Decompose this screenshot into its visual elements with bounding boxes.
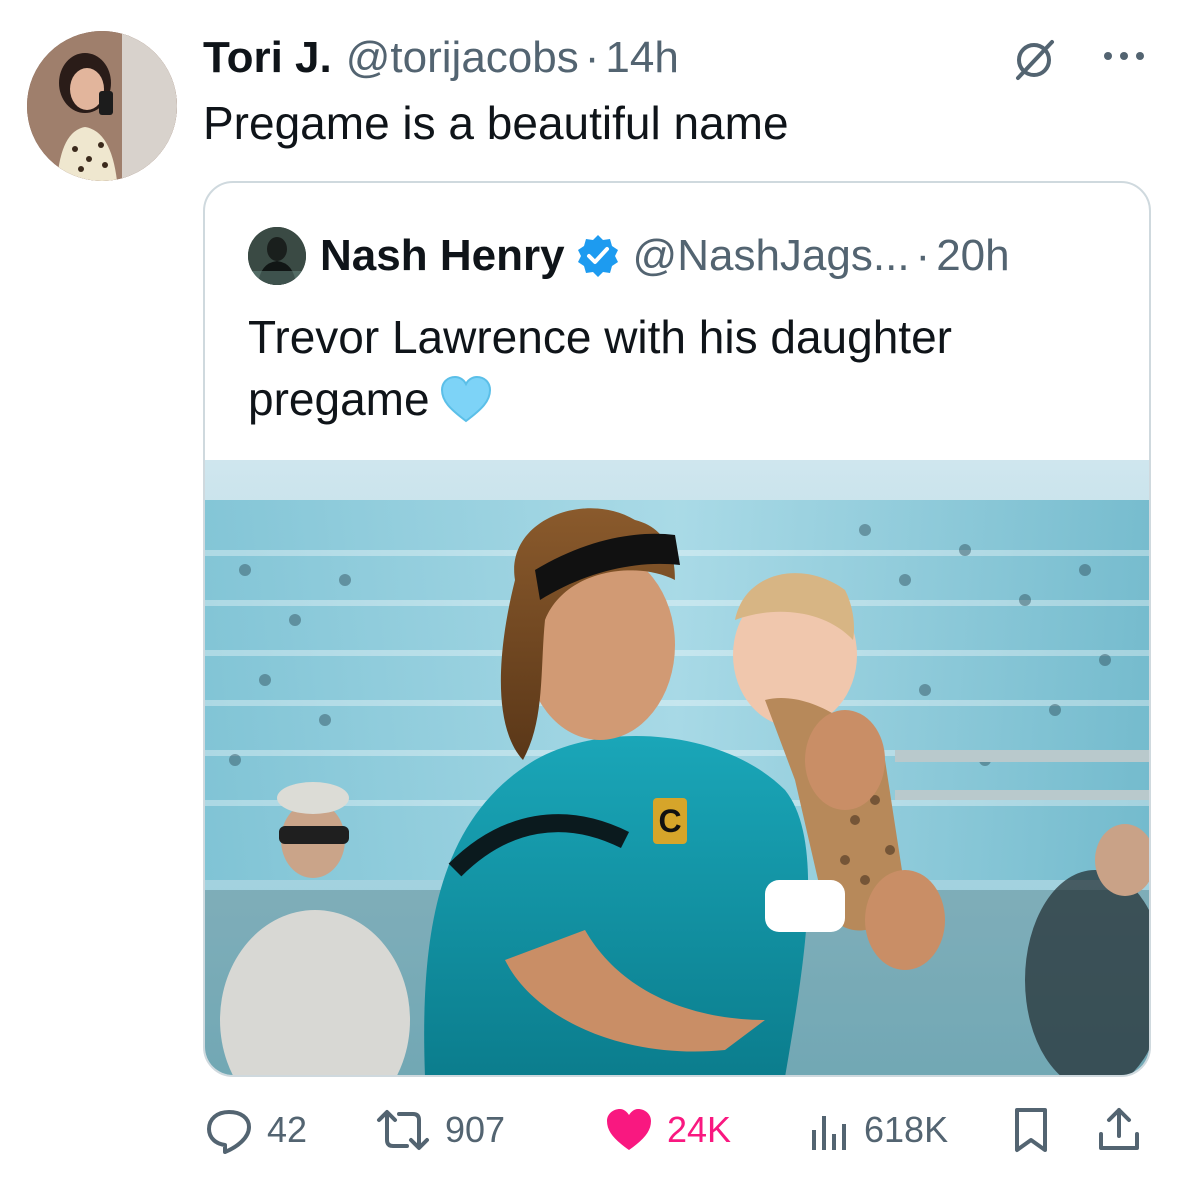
reply-button[interactable]: 42 <box>203 1100 307 1160</box>
author-avatar[interactable] <box>27 31 177 181</box>
share-button[interactable] <box>1095 1100 1143 1160</box>
analytics-icon <box>812 1116 846 1150</box>
separator-dot: · <box>584 33 600 82</box>
quoted-text: Trevor Lawrence with his daughter pregam… <box>248 311 952 425</box>
reply-icon <box>207 1110 251 1154</box>
quoted-tweet-card[interactable]: Nash Henry @NashJags... · 20h Trevor Law… <box>203 181 1151 1077</box>
retweet-button[interactable]: 907 <box>373 1100 505 1160</box>
grok-icon[interactable] <box>1012 36 1058 82</box>
quoted-photo[interactable]: C <box>205 460 1149 1075</box>
author-name[interactable]: Tori J. <box>203 33 332 83</box>
quoted-text-block: Trevor Lawrence with his daughter pregam… <box>248 306 1108 430</box>
heart-icon <box>607 1109 651 1150</box>
quoted-header: Nash Henry @NashJags... · 20h <box>248 227 1010 285</box>
share-icon <box>1099 1108 1139 1150</box>
tweet-header: Tori J. @torijacobs · 14h <box>203 28 679 88</box>
quoted-author-avatar[interactable] <box>248 227 306 285</box>
bookmark-button[interactable] <box>1009 1100 1053 1160</box>
tweet-text: Pregame is a beautiful name <box>203 97 789 149</box>
like-count: 24K <box>667 1109 732 1150</box>
tweet-action-bar: 42 907 24K 618K <box>203 1100 1153 1160</box>
retweet-count: 907 <box>445 1109 506 1150</box>
light-blue-heart-icon <box>440 375 491 423</box>
more-options-icon[interactable] <box>1100 44 1148 68</box>
svg-text:C: C <box>658 803 681 839</box>
tweet-time[interactable]: 14h <box>605 33 678 83</box>
quoted-author-name[interactable]: Nash Henry <box>320 231 565 281</box>
views-button[interactable]: 618K <box>808 1100 948 1160</box>
verified-badge-icon <box>577 235 618 277</box>
bookmark-icon <box>1015 1108 1047 1152</box>
views-count: 618K <box>864 1109 949 1150</box>
separator-dot: · <box>915 231 931 280</box>
like-button[interactable]: 24K <box>603 1100 731 1160</box>
retweet-icon <box>377 1110 429 1150</box>
reply-count: 42 <box>267 1109 308 1150</box>
quoted-author-handle[interactable]: @NashJags... <box>633 231 910 281</box>
author-handle[interactable]: @torijacobs <box>346 33 579 83</box>
tweet[interactable]: Tori J. @torijacobs · 14h Pregame is a b… <box>0 0 1179 1185</box>
quoted-time[interactable]: 20h <box>936 231 1009 281</box>
